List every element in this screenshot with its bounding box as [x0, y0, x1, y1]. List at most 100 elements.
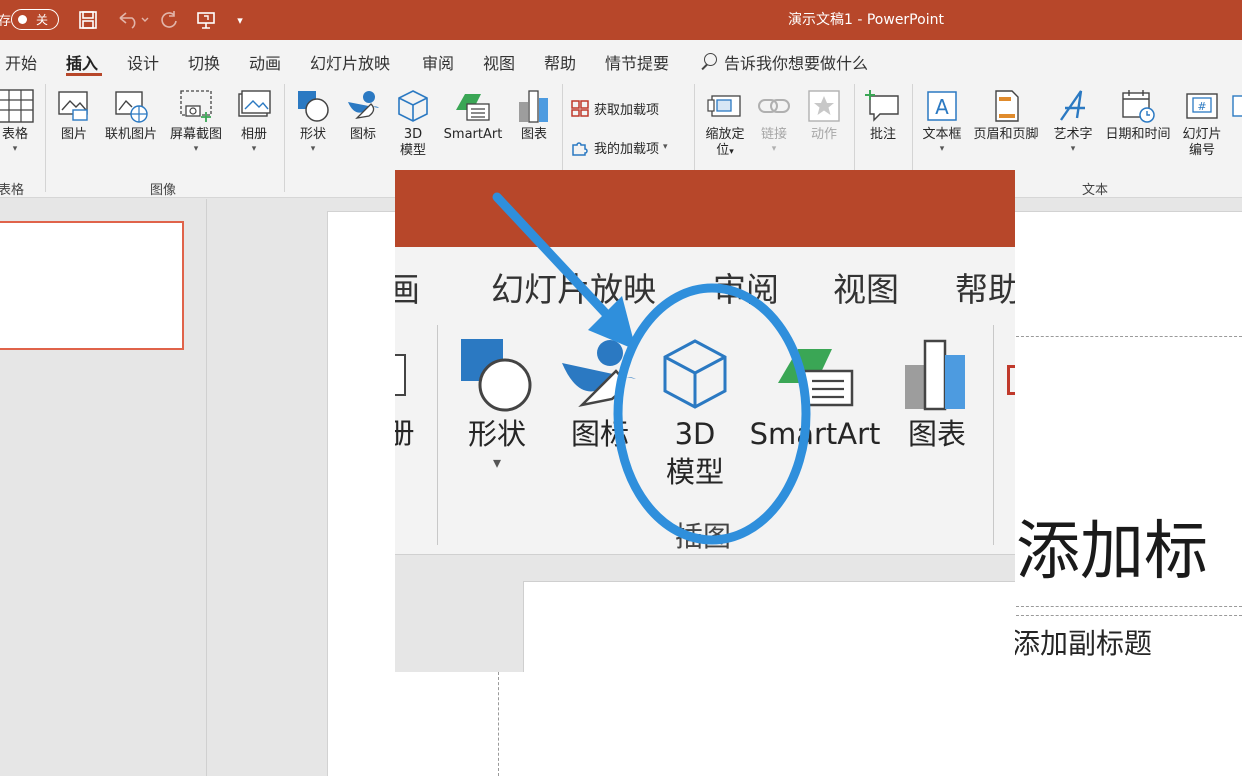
- shapes-button[interactable]: 形状 ▾: [292, 88, 334, 155]
- slide-number-icon: #: [1186, 93, 1218, 119]
- inset-shapes-label: 形状: [467, 417, 526, 451]
- smartart-button[interactable]: SmartArt: [440, 88, 506, 143]
- online-picture-button[interactable]: 联机图片: [101, 88, 161, 143]
- separator: [284, 84, 285, 192]
- title-bar: 存 关 ▾ 演示文稿1 - PowerPoint: [0, 0, 1242, 40]
- autosave-toggle[interactable]: 关: [11, 9, 59, 30]
- action-button[interactable]: 动作: [806, 88, 842, 143]
- tab-help[interactable]: 帮助: [544, 50, 576, 74]
- inset-3d-models-button[interactable]: 3D 模型: [653, 335, 737, 491]
- header-footer-button[interactable]: 页眉和页脚: [968, 88, 1044, 143]
- tell-me-box[interactable]: 告诉我你想要做什么: [700, 50, 868, 74]
- autosave-label: 存: [0, 14, 12, 29]
- my-addins-label: 我的加载项: [594, 141, 660, 157]
- chart-icon: [905, 339, 965, 411]
- link-button[interactable]: 链接 ▾: [756, 88, 792, 155]
- group-label-images: 图像: [150, 183, 177, 198]
- inset-3d-label-1: 3D: [674, 417, 716, 451]
- picture-label: 图片: [60, 127, 87, 142]
- tab-review[interactable]: 审阅: [422, 50, 454, 74]
- photo-album-icon: [395, 354, 406, 396]
- undo-icon[interactable]: [114, 7, 154, 33]
- save-icon[interactable]: [76, 7, 100, 33]
- window-title: 演示文稿1 - PowerPoint: [788, 12, 944, 28]
- subtitle-placeholder[interactable]: 添加副标题: [1012, 622, 1152, 662]
- placeholder-border: [1016, 606, 1242, 607]
- placeholder-border: [1016, 336, 1242, 337]
- inset-shapes-button[interactable]: 形状 ▾: [457, 335, 537, 473]
- wordart-icon: [1060, 90, 1085, 121]
- inset-tab-help[interactable]: 帮助: [955, 263, 1015, 311]
- tab-slideshow[interactable]: 幻灯片放映: [310, 50, 390, 74]
- separator: [993, 325, 994, 545]
- screenshot-icon: [180, 90, 212, 122]
- inset-tab-slideshow[interactable]: 幻灯片放映: [491, 263, 656, 311]
- tab-insert[interactable]: 插入: [66, 50, 98, 74]
- inset-chart-button[interactable]: 图表: [897, 335, 977, 453]
- zoom-icon: [707, 95, 741, 117]
- puzzle-icon: [572, 142, 588, 156]
- picture-icon: [58, 91, 88, 121]
- photo-album-icon: [238, 90, 271, 117]
- active-tab-indicator: [66, 73, 102, 76]
- smartart-label: SmartArt: [443, 127, 503, 142]
- title-placeholder[interactable]: 添加标: [1016, 500, 1208, 592]
- icons-button[interactable]: 图标: [342, 88, 384, 143]
- separator: [437, 325, 438, 545]
- zoom-button[interactable]: 缩放定 位▾: [700, 88, 750, 160]
- shapes-label: 形状: [299, 127, 326, 142]
- chart-label: 图表: [520, 127, 547, 142]
- redo-icon[interactable]: [157, 7, 181, 33]
- tab-animations[interactable]: 动画: [249, 50, 281, 74]
- link-icon: [758, 99, 790, 113]
- inset-thumbnail-panel: [395, 555, 523, 672]
- slide-number-button[interactable]: # 幻灯片 编号: [1178, 88, 1226, 159]
- group-label-text: 文本: [1082, 183, 1109, 198]
- date-time-label: 日期和时间: [1105, 127, 1171, 142]
- tab-view[interactable]: 视图: [483, 50, 515, 74]
- picture-button[interactable]: 图片: [54, 88, 94, 143]
- icons-icon: [562, 340, 636, 408]
- comment-button[interactable]: 批注: [862, 88, 904, 143]
- get-addins-button[interactable]: 获取加载项: [570, 98, 659, 118]
- inset-tab-animations[interactable]: 画: [395, 263, 420, 311]
- wordart-button[interactable]: 艺术字 ▾: [1048, 88, 1098, 155]
- toggle-dot: [18, 15, 27, 24]
- inset-smartart-button[interactable]: SmartArt: [747, 335, 883, 453]
- inset-album-button[interactable]: 册: [395, 345, 415, 452]
- inset-chart-label: 图表: [907, 417, 966, 451]
- inset-icons-button[interactable]: 图标: [560, 335, 640, 453]
- photo-album-button[interactable]: 相册 ▾: [232, 88, 276, 155]
- search-icon: [700, 53, 718, 71]
- link-label: 链接: [760, 127, 787, 142]
- separator: [45, 84, 46, 192]
- 3d-models-button[interactable]: 3D 模型: [392, 88, 434, 159]
- inset-title-bar: [395, 170, 1015, 247]
- slide-thumbnail-1[interactable]: [0, 221, 184, 350]
- tab-transitions[interactable]: 切换: [188, 50, 220, 74]
- textbox-button[interactable]: A 文本框 ▾: [918, 88, 966, 155]
- my-addins-button[interactable]: 我的加载项 ▾: [570, 137, 668, 157]
- date-time-button[interactable]: 日期和时间: [1100, 88, 1176, 143]
- inset-tab-review[interactable]: 审阅: [713, 263, 779, 311]
- screenshot-button[interactable]: 屏幕截图 ▾: [166, 88, 226, 155]
- customize-qat-icon[interactable]: ▾: [232, 7, 248, 33]
- tab-storyboarding[interactable]: 情节提要: [605, 50, 669, 74]
- object-button-partial[interactable]: [1230, 88, 1242, 127]
- inset-group-label: 插图: [675, 520, 732, 553]
- header-footer-label: 页眉和页脚: [973, 127, 1039, 142]
- start-slideshow-icon[interactable]: [194, 7, 218, 33]
- textbox-label: 文本框: [922, 127, 962, 142]
- tab-design[interactable]: 设计: [127, 50, 159, 74]
- store-icon: [571, 100, 589, 117]
- cube-icon: [663, 339, 727, 409]
- placeholder-border: [498, 672, 499, 776]
- inset-tab-view[interactable]: 视图: [833, 263, 899, 311]
- wordart-label: 艺术字: [1053, 127, 1093, 142]
- inset-store-icon-partial: [1007, 365, 1015, 395]
- table-button[interactable]: 表格 ▾: [0, 88, 38, 155]
- tab-home[interactable]: 开始: [5, 50, 37, 74]
- textbox-icon: A: [927, 91, 957, 121]
- table-label: 表格: [1, 127, 28, 142]
- chart-button[interactable]: 图表: [514, 88, 554, 143]
